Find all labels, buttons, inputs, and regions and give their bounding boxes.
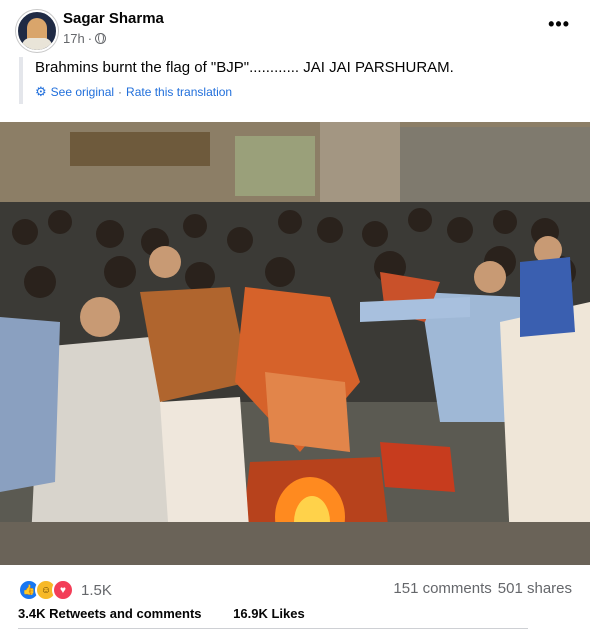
quote-bar bbox=[19, 57, 23, 104]
reaction-count: 1.5K bbox=[81, 581, 112, 599]
more-options-icon[interactable]: ••• bbox=[548, 14, 570, 35]
author-avatar[interactable] bbox=[16, 10, 58, 52]
cropped-likes: 16.9K Likes bbox=[233, 606, 305, 621]
love-icon: ♥ bbox=[52, 579, 74, 601]
post-footer: 👍 ☺ ♥ 1.5K 151 comments 501 shares 3.4K … bbox=[0, 565, 590, 633]
comments-count[interactable]: 151 comments bbox=[393, 580, 491, 597]
gear-icon: ⚙ bbox=[35, 84, 47, 99]
translation-separator: · bbox=[118, 85, 123, 99]
translation-row: ⚙ See original · Rate this translation bbox=[35, 84, 232, 100]
reaction-summary[interactable]: 👍 ☺ ♥ 1.5K bbox=[18, 579, 112, 601]
post-caption: Brahmins burnt the flag of "BJP"........… bbox=[35, 59, 454, 76]
shares-count[interactable]: 501 shares bbox=[498, 580, 572, 597]
rate-translation-link[interactable]: Rate this translation bbox=[126, 85, 232, 99]
post-photo[interactable] bbox=[0, 122, 590, 565]
cropped-tweet-stats: 3.4K Retweets and comments 16.9K Likes bbox=[18, 606, 528, 626]
post-meta: 17h · bbox=[63, 31, 107, 46]
post-time[interactable]: 17h bbox=[63, 31, 85, 46]
author-name[interactable]: Sagar Sharma bbox=[63, 10, 164, 27]
meta-separator: · bbox=[87, 31, 93, 46]
see-original-link[interactable]: See original bbox=[51, 85, 114, 99]
cropped-retweets: 3.4K Retweets and comments bbox=[18, 606, 202, 621]
crowd-photo-illustration bbox=[0, 122, 590, 565]
engagement-stats: 151 comments 501 shares bbox=[393, 580, 572, 597]
post-header: Sagar Sharma 17h · ••• bbox=[16, 10, 576, 52]
divider bbox=[18, 628, 528, 629]
globe-icon bbox=[95, 33, 107, 44]
